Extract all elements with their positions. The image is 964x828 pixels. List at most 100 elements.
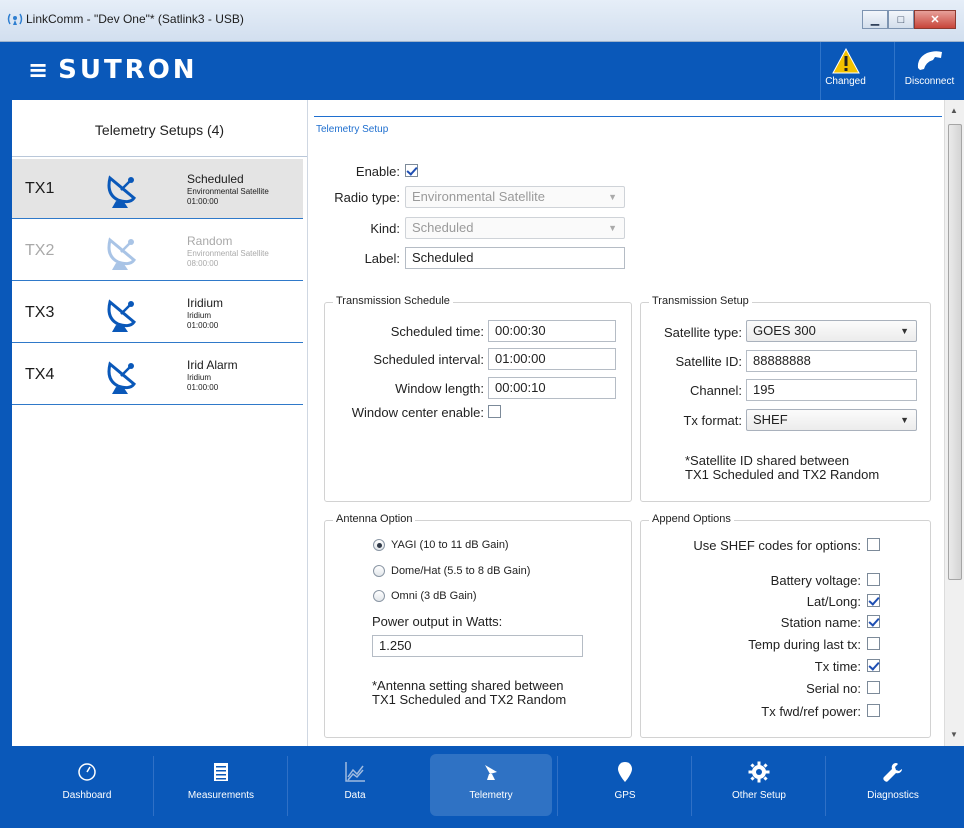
- satellite-type-select[interactable]: GOES 300 ▼: [746, 320, 917, 342]
- changed-button[interactable]: Changed: [820, 42, 870, 100]
- window-length-input[interactable]: 00:00:10: [488, 377, 616, 399]
- maximize-icon: □: [897, 13, 905, 26]
- window-center-checkbox[interactable]: [488, 405, 501, 418]
- satellite-type-value: GOES 300: [753, 323, 816, 338]
- tx-format-value: SHEF: [753, 412, 788, 427]
- menu-icon[interactable]: ≡: [28, 56, 48, 84]
- gear-icon: [696, 754, 822, 790]
- nav-label: Diagnostics: [867, 790, 919, 801]
- station-name-checkbox[interactable]: [867, 615, 880, 628]
- group-title: Transmission Schedule: [333, 295, 453, 307]
- station-name-label: Station name:: [780, 615, 861, 630]
- lat-long-checkbox[interactable]: [867, 594, 880, 607]
- dome-hat-label: Dome/Hat (5.5 to 8 dB Gain): [391, 565, 531, 577]
- nav-label: Other Setup: [732, 790, 786, 801]
- enable-checkbox[interactable]: [405, 164, 418, 177]
- scrollbar-thumb[interactable]: [948, 124, 962, 580]
- phone-icon: [895, 42, 964, 76]
- close-icon: ✕: [930, 14, 940, 26]
- window-length-label: Window length:: [395, 381, 484, 396]
- nav-diagnostics[interactable]: Diagnostics: [830, 754, 956, 816]
- minimize-button[interactable]: ▁: [862, 10, 888, 29]
- telemetry-item-tx2[interactable]: TX2 Random Environmental Satellite 08:00…: [12, 221, 303, 281]
- nav-dashboard[interactable]: Dashboard: [24, 754, 150, 816]
- satellite-note-line2: TX1 Scheduled and TX2 Random: [685, 467, 880, 482]
- nav-other-setup[interactable]: Other Setup: [696, 754, 822, 816]
- nav-divider: [825, 756, 826, 816]
- maximize-button[interactable]: □: [888, 10, 914, 29]
- shef-codes-checkbox[interactable]: [867, 538, 880, 551]
- tx-time-label: Tx time:: [814, 659, 861, 674]
- telemetry-item-tx3[interactable]: TX3 Iridium Iridium 01:00:00: [12, 283, 303, 343]
- shef-codes-label: Use SHEF codes for options:: [693, 538, 861, 553]
- disconnect-button[interactable]: Disconnect: [894, 42, 964, 100]
- label-label: Label:: [364, 251, 400, 266]
- tx-interval: 01:00:00: [187, 383, 219, 392]
- temp-last-tx-label: Temp during last tx:: [748, 637, 861, 652]
- app-header: ≡ SUTRON Changed Disconnect: [12, 42, 964, 100]
- minimize-icon: ▁: [870, 14, 880, 26]
- left-frame-border: [0, 42, 12, 828]
- serial-no-label: Serial no:: [806, 681, 861, 696]
- channel-label: Channel:: [689, 383, 742, 398]
- satellite-icon: [430, 754, 552, 790]
- radio-type-select[interactable]: Environmental Satellite ▼: [405, 186, 625, 208]
- satellite-dish-icon: [104, 234, 140, 272]
- tx-fwd-ref-power-checkbox[interactable]: [867, 704, 880, 717]
- omni-radio[interactable]: [373, 590, 385, 602]
- group-title: Antenna Option: [333, 513, 416, 525]
- scroll-up-icon[interactable]: ▲: [950, 106, 958, 115]
- tx-radio: Iridium: [187, 373, 212, 382]
- dome-hat-radio[interactable]: [373, 565, 385, 577]
- telemetry-item-tx4[interactable]: TX4 Irid Alarm Iridium 01:00:00: [12, 345, 303, 405]
- satellite-type-label: Satellite type:: [663, 325, 742, 340]
- nav-telemetry[interactable]: Telemetry: [430, 754, 552, 816]
- power-output-input[interactable]: 1.250: [372, 635, 583, 657]
- satellite-dish-icon: [104, 296, 140, 334]
- yagi-radio[interactable]: [373, 539, 385, 551]
- kind-label: Kind:: [370, 221, 400, 236]
- kind-select[interactable]: Scheduled ▼: [405, 217, 625, 239]
- enable-label: Enable:: [355, 164, 400, 179]
- nav-gps[interactable]: GPS: [562, 754, 688, 816]
- nav-label: Measurements: [187, 790, 255, 801]
- vertical-scrollbar[interactable]: ▲ ▼: [944, 100, 964, 746]
- telemetry-item-tx1[interactable]: TX1 Scheduled Environmental Satellite 01…: [12, 159, 303, 219]
- section-title: Telemetry Setup: [316, 124, 389, 135]
- scheduled-interval-input[interactable]: 01:00:00: [488, 348, 616, 370]
- nav-data[interactable]: Data: [292, 754, 418, 816]
- battery-voltage-checkbox[interactable]: [867, 573, 880, 586]
- scroll-down-icon[interactable]: ▼: [950, 730, 958, 739]
- tx-fwd-ref-power-label: Tx fwd/ref power:: [761, 704, 861, 719]
- chart-icon: [292, 754, 418, 790]
- tx-kind: Random: [187, 234, 233, 248]
- omni-label: Omni (3 dB Gain): [391, 590, 477, 602]
- tx-time-checkbox[interactable]: [867, 659, 880, 672]
- label-input[interactable]: Scheduled: [405, 247, 625, 269]
- telemetry-setup-panel: Telemetry Setup Enable: Radio type: Envi…: [308, 100, 944, 746]
- warning-icon: [821, 42, 870, 76]
- yagi-label: YAGI (10 to 11 dB Gain): [391, 539, 509, 551]
- channel-input[interactable]: 195: [746, 379, 917, 401]
- nav-measurements[interactable]: Measurements: [158, 754, 284, 816]
- antenna-note-line2: TX1 Scheduled and TX2 Random: [372, 692, 567, 707]
- window-title: LinkComm - "Dev One"* (Satlink3 - USB): [26, 12, 244, 26]
- tx-radio: Iridium: [187, 311, 212, 320]
- tx-format-select[interactable]: SHEF ▼: [746, 409, 917, 431]
- satellite-note-line1: *Satellite ID shared between: [685, 453, 850, 468]
- satellite-id-label: Satellite ID:: [675, 354, 742, 369]
- temp-last-tx-checkbox[interactable]: [867, 637, 880, 650]
- serial-no-checkbox[interactable]: [867, 681, 880, 694]
- bottom-navigation: Dashboard Measurements Data Telemetry GP…: [12, 746, 964, 828]
- nav-divider: [691, 756, 692, 816]
- tx-radio: Environmental Satellite: [187, 249, 269, 258]
- telemetry-list-title: Telemetry Setups (4): [12, 100, 307, 157]
- scheduled-interval-label: Scheduled interval:: [373, 352, 484, 367]
- tx-interval: 01:00:00: [187, 197, 219, 206]
- sutron-logo: ≡ SUTRON: [28, 55, 198, 85]
- scheduled-time-input[interactable]: 00:00:30: [488, 320, 616, 342]
- tx-radio: Environmental Satellite: [187, 187, 269, 196]
- close-button[interactable]: ✕: [914, 10, 956, 29]
- satellite-id-input[interactable]: 88888888: [746, 350, 917, 372]
- window-center-label: Window center enable:: [351, 405, 484, 420]
